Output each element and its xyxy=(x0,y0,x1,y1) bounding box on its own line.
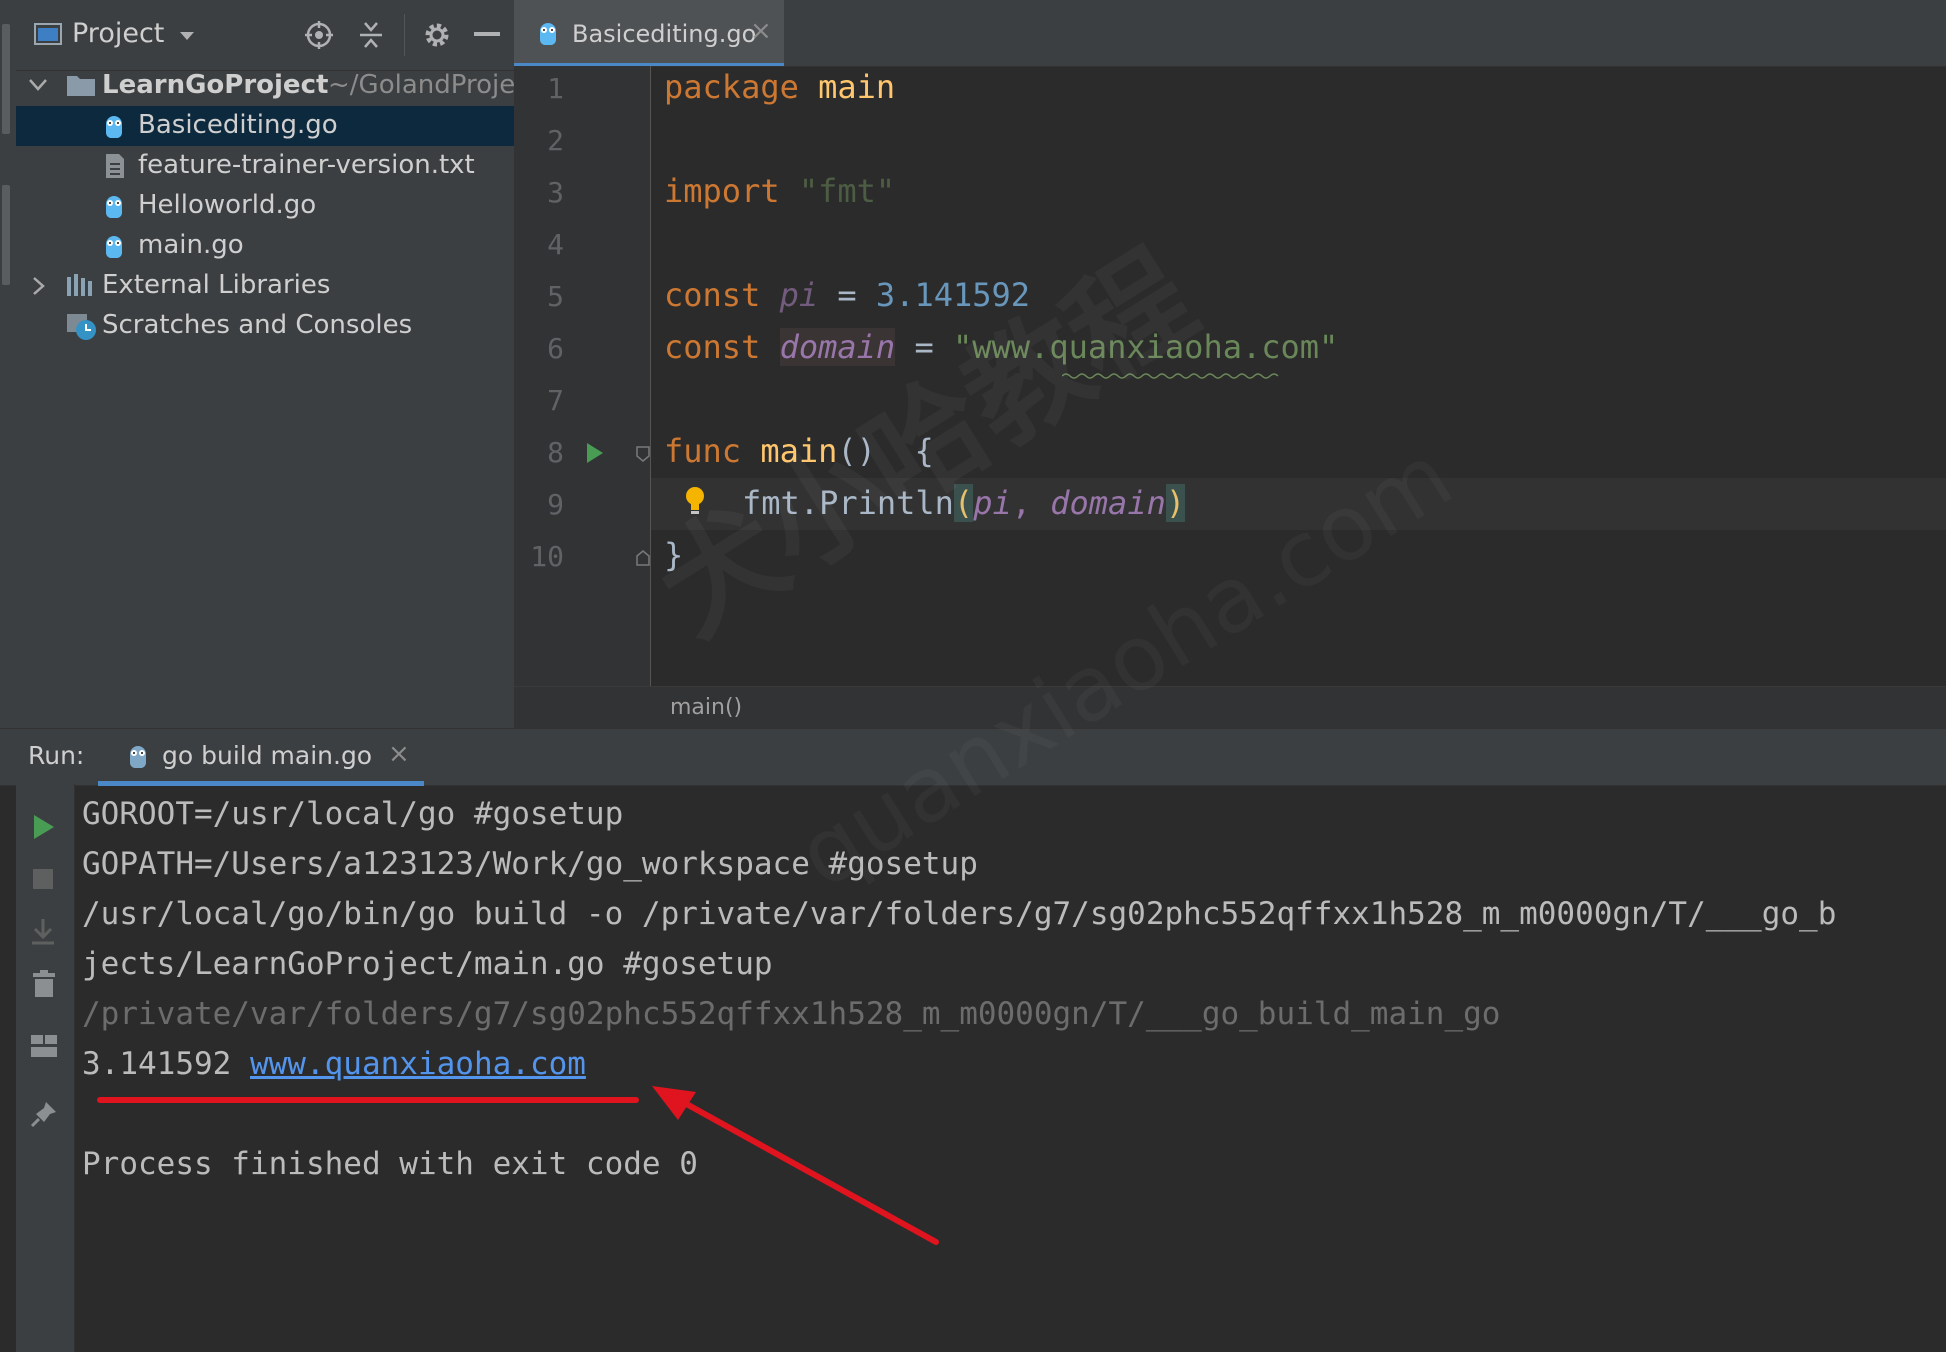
tab-go-build-main[interactable]: go build main.go × xyxy=(98,729,424,785)
text-file-icon xyxy=(106,154,124,178)
fold-icon[interactable] xyxy=(636,446,650,462)
run-toolbar xyxy=(16,784,75,1352)
go-file-icon xyxy=(104,113,124,139)
annotation-arrow xyxy=(97,1086,939,1245)
operator-equals: = xyxy=(837,276,857,314)
gutter-separator xyxy=(650,66,651,686)
tree-item-learngoproject[interactable]: LearnGoProject ~/GolandProjec xyxy=(16,66,530,106)
run-gutter-icon[interactable] xyxy=(586,442,604,464)
tree-item-main-go[interactable]: main.go xyxy=(16,226,514,266)
line-number: 4 xyxy=(547,228,564,261)
library-icon xyxy=(67,274,92,296)
tree-item-label: Scratches and Consoles xyxy=(102,310,413,340)
package-name: main xyxy=(818,68,896,106)
tree-item-label: External Libraries xyxy=(102,270,331,300)
stop-icon[interactable] xyxy=(32,868,54,890)
line-number: 1 xyxy=(547,72,564,105)
gear-icon[interactable] xyxy=(422,20,452,50)
tree-item-label: Basicediting.go xyxy=(138,110,338,140)
tree-item-label: LearnGoProject xyxy=(102,70,329,100)
console-output-result: 3.141592 www.quanxiaoha.com xyxy=(82,1046,586,1082)
run-tab-label: go build main.go xyxy=(162,741,373,770)
close-tab-icon[interactable]: × xyxy=(750,16,772,46)
collapse-all-icon[interactable] xyxy=(358,20,384,50)
project-panel: Project LearnGoProject ~/GolandProjec Ba… xyxy=(16,0,530,728)
keyword-const: const xyxy=(664,328,761,366)
line-number: 9 xyxy=(547,488,564,521)
chevron-down-icon[interactable] xyxy=(178,30,196,42)
line-number-gutter xyxy=(514,66,650,686)
tab-basicediting[interactable]: Basicediting.go × xyxy=(514,0,784,66)
tree-item-basicediting[interactable]: Basicediting.go xyxy=(16,106,514,146)
line-number: 3 xyxy=(547,176,564,209)
tree-item-scratches[interactable]: Scratches and Consoles xyxy=(16,306,514,346)
chevron-right-icon[interactable] xyxy=(32,276,46,296)
go-file-icon xyxy=(104,193,124,219)
code-line-1[interactable]: package main xyxy=(664,68,895,106)
breadcrumb-item-main[interactable]: main() xyxy=(670,695,742,720)
project-view-icon xyxy=(34,23,62,45)
code-line-3[interactable]: import "fmt" xyxy=(664,172,895,210)
toolbar-divider xyxy=(404,14,405,56)
line-number: 6 xyxy=(547,332,564,365)
tree-item-helloworld[interactable]: Helloworld.go xyxy=(16,186,514,226)
console-line: /private/var/folders/g7/sg02phc552qffxx1… xyxy=(82,996,1501,1032)
breadcrumb: main() xyxy=(514,686,1946,729)
output-value: 3.141592 xyxy=(82,1046,232,1082)
tree-item-feature-trainer[interactable]: feature-trainer-version.txt xyxy=(16,146,514,186)
line-number: 2 xyxy=(547,124,564,157)
close-tab-icon[interactable]: × xyxy=(388,739,410,769)
layout-icon[interactable] xyxy=(30,1034,58,1058)
pin-icon[interactable] xyxy=(30,1100,58,1128)
line-number: 5 xyxy=(547,280,564,313)
project-view-title[interactable]: Project xyxy=(72,18,164,49)
output-link[interactable]: www.quanxiaoha.com xyxy=(250,1046,586,1082)
chevron-down-icon[interactable] xyxy=(28,78,48,92)
const-pi: pi xyxy=(779,276,819,314)
scroll-to-end-icon[interactable] xyxy=(30,918,56,946)
go-file-icon xyxy=(128,743,148,769)
paren-close: ) xyxy=(1165,484,1186,522)
trash-icon[interactable] xyxy=(32,970,56,998)
rerun-icon[interactable] xyxy=(32,814,56,840)
line-number: 8 xyxy=(547,436,564,469)
arg-separator: , xyxy=(1011,484,1051,522)
project-tool-window-tab[interactable] xyxy=(2,24,10,134)
tree-item-label: feature-trainer-version.txt xyxy=(138,150,475,180)
arg-domain: domain xyxy=(1050,484,1166,522)
go-file-icon xyxy=(538,20,558,46)
locate-file-icon[interactable] xyxy=(304,20,334,50)
editor-tab-bar: Basicediting.go × xyxy=(514,0,1946,67)
tree-item-label: Helloworld.go xyxy=(138,190,317,220)
keyword-package: package xyxy=(664,68,799,106)
keyword-import: import xyxy=(664,172,780,210)
tree-item-label: main.go xyxy=(138,230,244,260)
run-label: Run: xyxy=(28,741,85,770)
project-toolbar: Project xyxy=(16,0,514,71)
console-line: GOROOT=/usr/local/go #gosetup xyxy=(82,796,624,832)
go-file-icon xyxy=(104,233,124,259)
tree-item-external-libraries[interactable]: External Libraries xyxy=(16,266,514,306)
structure-tool-window-tab[interactable] xyxy=(2,185,10,285)
line-number: 10 xyxy=(530,540,564,573)
folder-icon xyxy=(67,76,95,96)
hide-panel-icon[interactable] xyxy=(474,32,500,38)
tab-label: Basicediting.go xyxy=(572,20,757,48)
line-number: 7 xyxy=(547,384,564,417)
console-line: jects/LearnGoProject/main.go #gosetup xyxy=(82,946,773,982)
active-tab-indicator xyxy=(98,781,424,786)
tree-item-path: ~/GolandProjec xyxy=(328,70,530,100)
console-line: /usr/local/go/bin/go build -o /private/v… xyxy=(82,896,1837,932)
scratches-icon xyxy=(67,314,96,340)
keyword-const: const xyxy=(664,276,761,314)
import-string: "fmt" xyxy=(798,172,896,210)
